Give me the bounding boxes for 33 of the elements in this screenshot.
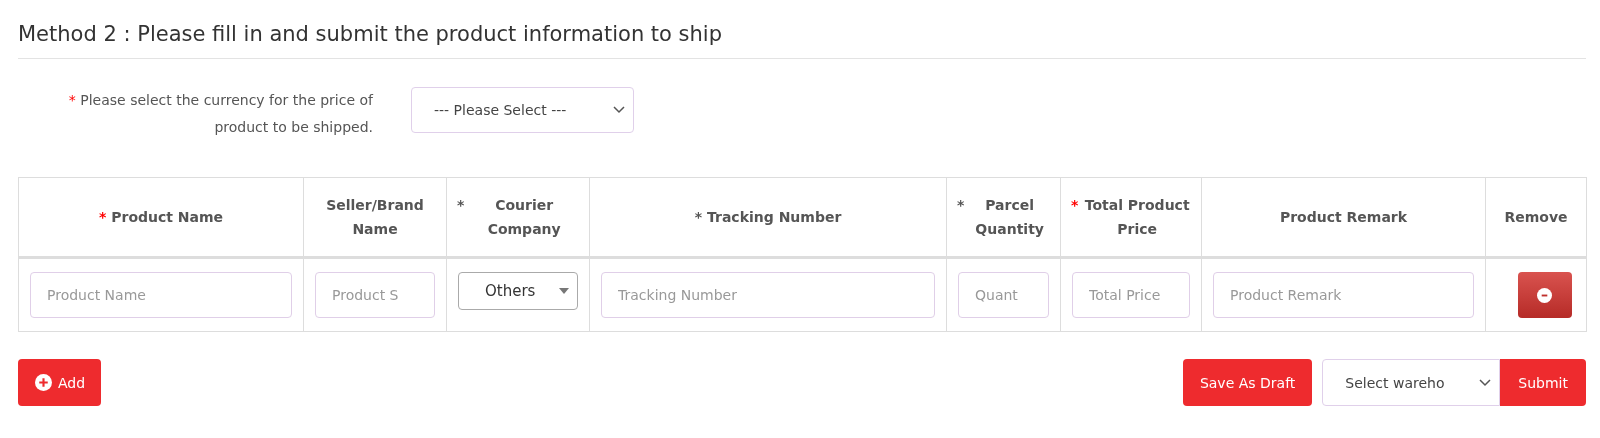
column-header: Total Product Price [1083, 196, 1191, 239]
caret-icon [559, 288, 569, 294]
minus-circle-icon [1537, 287, 1552, 303]
column-header: Seller/Brand Name [325, 196, 425, 239]
column-header: Product Remark [1279, 208, 1408, 227]
required-mark: * [98, 208, 107, 227]
currency-select[interactable]: --- Please Select --- [411, 87, 634, 133]
column-header: Product Name [111, 208, 224, 227]
input-field[interactable]: Product Name [30, 272, 292, 318]
remove-button[interactable] [1517, 272, 1572, 318]
column-header: Remove [1504, 208, 1568, 227]
column-header: Courier Company [486, 196, 562, 239]
add-button[interactable]: Add [18, 359, 102, 406]
required-mark: * [1071, 196, 1079, 215]
plus-circle-icon [35, 374, 52, 391]
required-mark: * [694, 208, 702, 227]
warehouse-select[interactable]: Select wareho [1322, 359, 1501, 406]
chevron-icon [613, 106, 625, 114]
submit-button[interactable]: Submit [1500, 359, 1586, 406]
input-field[interactable]: Product Remark [1213, 272, 1474, 318]
save-draft-button[interactable]: Save As Draft [1182, 359, 1313, 406]
input-field[interactable]: Total Price [1072, 272, 1190, 318]
column-header: Tracking Number [707, 208, 842, 227]
required-mark: * [457, 196, 465, 215]
input-field[interactable]: Quant [958, 272, 1049, 318]
courier-select[interactable]: Others [458, 272, 578, 310]
required-mark: * [957, 196, 965, 215]
column-header: Parcel Quantity [974, 196, 1045, 239]
currency-label: * Please select the currency for the price of product to be shipped. [67, 91, 373, 137]
input-field[interactable]: Product S [315, 272, 435, 318]
input-field[interactable]: Tracking Number [601, 272, 935, 318]
chevron-icon [1479, 378, 1492, 387]
section-title: Method 2 : Please fill in and submit the product information to ship [18, 22, 724, 46]
